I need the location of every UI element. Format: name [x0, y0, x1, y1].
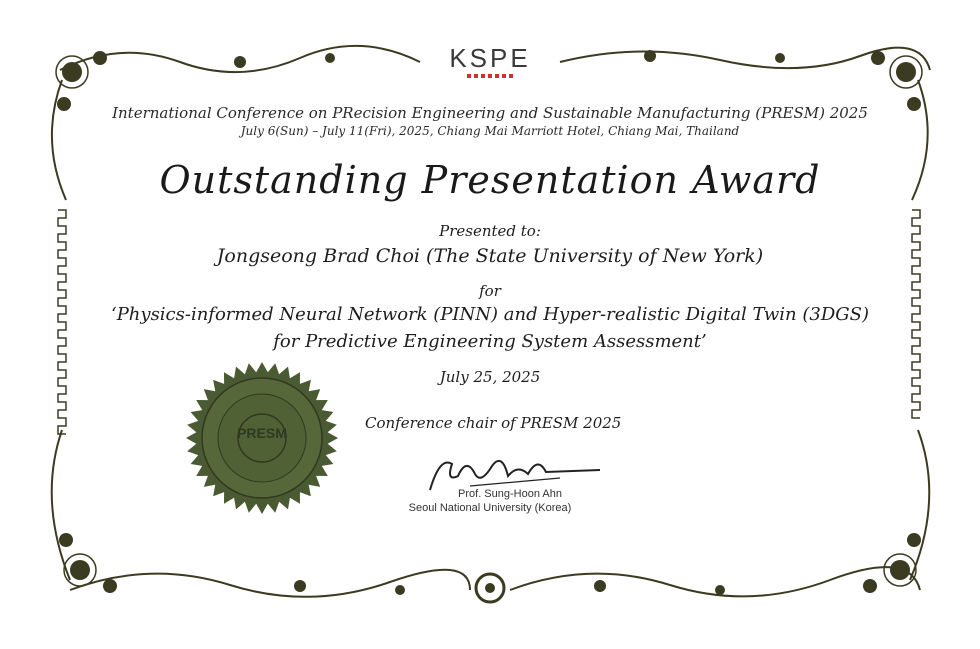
signatory-role: Conference chair of PRESM 2025 [365, 414, 622, 432]
conference-dates-venue: July 6(Sun) – July 11(Fri), 2025, Chiang… [240, 124, 740, 138]
logo-dots [430, 74, 550, 78]
signatory-institution: Seoul National University (Korea) [408, 502, 572, 514]
presentation-title-line1: ‘Physics-informed Neural Network (PINN) … [110, 304, 870, 325]
presentation-title-line2: for Predictive Engineering System Assess… [273, 331, 707, 352]
award-title: Outstanding Presentation Award [159, 158, 821, 202]
for-label: for [479, 282, 501, 300]
recipient-name: Jongseong Brad Choi (The State Universit… [216, 245, 764, 267]
conference-name: International Conference on PRecision En… [112, 104, 868, 122]
logo-text: KSPE [449, 43, 531, 73]
seal-label: PRESM [237, 425, 287, 441]
award-date: July 25, 2025 [439, 368, 541, 386]
presented-label: Presented to: [439, 222, 541, 240]
signatory-name: Prof. Sung-Hoon Ahn [458, 488, 562, 500]
certificate: KSPE International Conference on PRecisi… [0, 0, 980, 649]
kspe-logo: KSPE [430, 44, 550, 82]
